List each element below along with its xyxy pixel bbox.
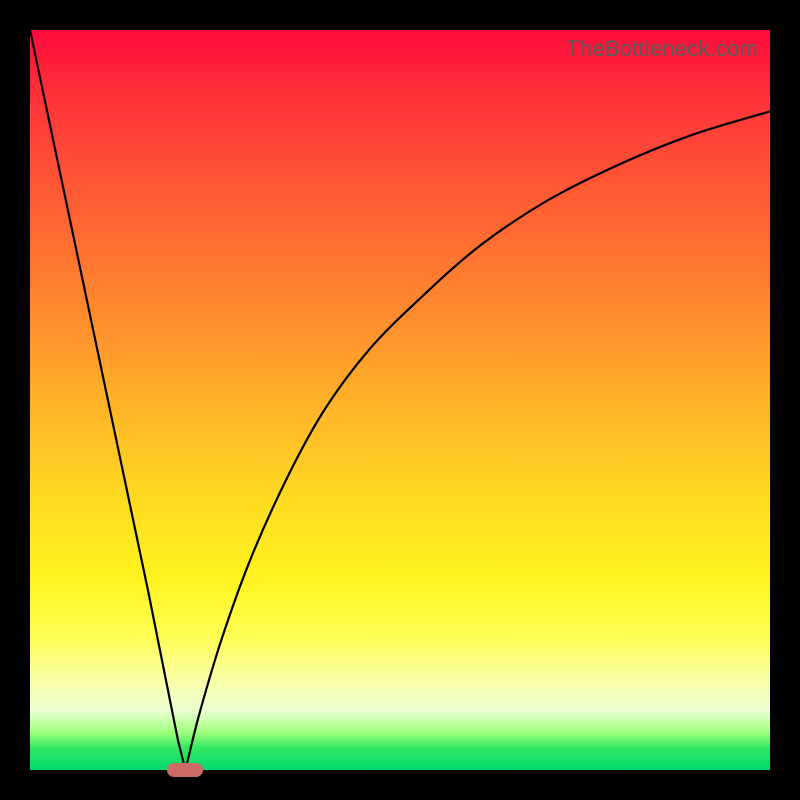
chart-frame: TheBottleneck.com (0, 0, 800, 800)
curve-right-branch (185, 111, 770, 770)
curve-left-branch (30, 30, 185, 770)
curve-layer (30, 30, 770, 770)
plot-area: TheBottleneck.com (30, 30, 770, 770)
bottleneck-marker (167, 763, 203, 777)
